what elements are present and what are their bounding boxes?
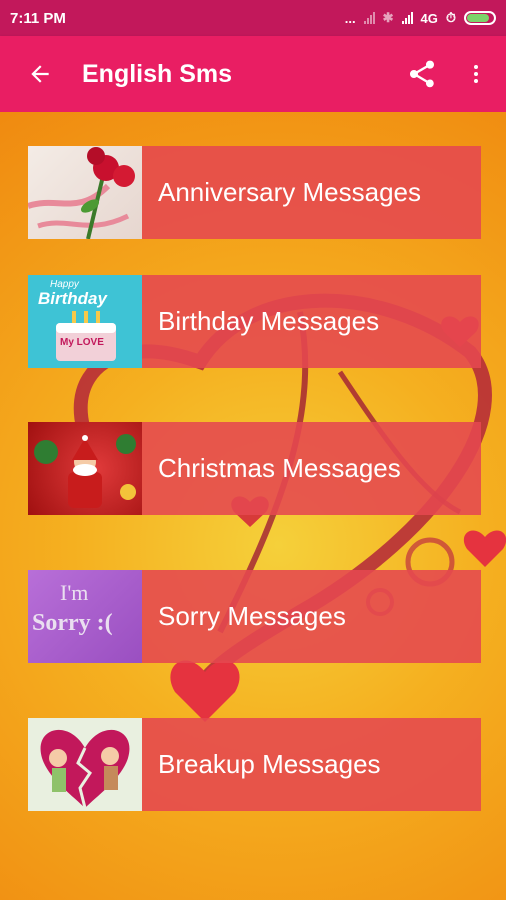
- back-button[interactable]: [18, 52, 62, 96]
- cake-image: [56, 311, 116, 361]
- birthday-thumbnail: Happy Birthday My LOVE: [28, 275, 142, 368]
- list-item-birthday[interactable]: Happy Birthday My LOVE Birthday Messages: [28, 275, 481, 368]
- list-item-breakup[interactable]: Breakup Messages: [28, 718, 481, 811]
- list-item-anniversary[interactable]: Anniversary Messages: [28, 146, 481, 239]
- rose-image: [28, 147, 135, 239]
- broken-heart-image: [40, 729, 130, 809]
- thumb-im-text: I'm: [60, 580, 89, 605]
- bluetooth-icon: ✱: [382, 10, 394, 25]
- item-label: Anniversary Messages: [158, 177, 421, 207]
- more-notifications-icon: ...: [344, 10, 356, 26]
- status-icons: ... ✱ 4G ⏱: [345, 10, 496, 26]
- breakup-thumbnail: [28, 718, 142, 811]
- share-icon: [410, 60, 434, 88]
- item-label: Breakup Messages: [158, 749, 381, 779]
- more-vert-icon: [474, 65, 478, 83]
- app-title: English Sms: [82, 59, 233, 88]
- arrow-back-icon: [31, 65, 49, 83]
- item-label: Sorry Messages: [158, 601, 346, 631]
- list-item-christmas[interactable]: Christmas Messages: [28, 422, 481, 515]
- status-bar: 7:11 PM ... ✱ 4G ⏱: [0, 0, 506, 36]
- battery-fill: [467, 14, 490, 22]
- signal-icon-2: [401, 12, 413, 24]
- thumb-sorry-text: Sorry :(: [32, 610, 113, 636]
- thumb-cake-text: My LOVE: [60, 337, 104, 348]
- app-bar: English Sms: [0, 36, 506, 112]
- christmas-thumbnail: [28, 422, 142, 515]
- santa-image: [34, 434, 136, 508]
- battery-icon: [464, 11, 496, 25]
- more-options-button[interactable]: [454, 52, 498, 96]
- signal-icon-1: [363, 12, 375, 24]
- network-type: 4G: [420, 10, 438, 26]
- item-label: Birthday Messages: [158, 306, 380, 336]
- list-item-sorry[interactable]: I'm Sorry :( Sorry Messages: [28, 570, 481, 663]
- status-time: 7:11 PM: [10, 9, 66, 27]
- anniversary-thumbnail: [28, 146, 142, 239]
- sorry-thumbnail: I'm Sorry :(: [28, 570, 142, 663]
- alarm-icon: ⏱: [445, 10, 456, 25]
- item-label: Christmas Messages: [158, 453, 401, 483]
- share-button[interactable]: [400, 52, 444, 96]
